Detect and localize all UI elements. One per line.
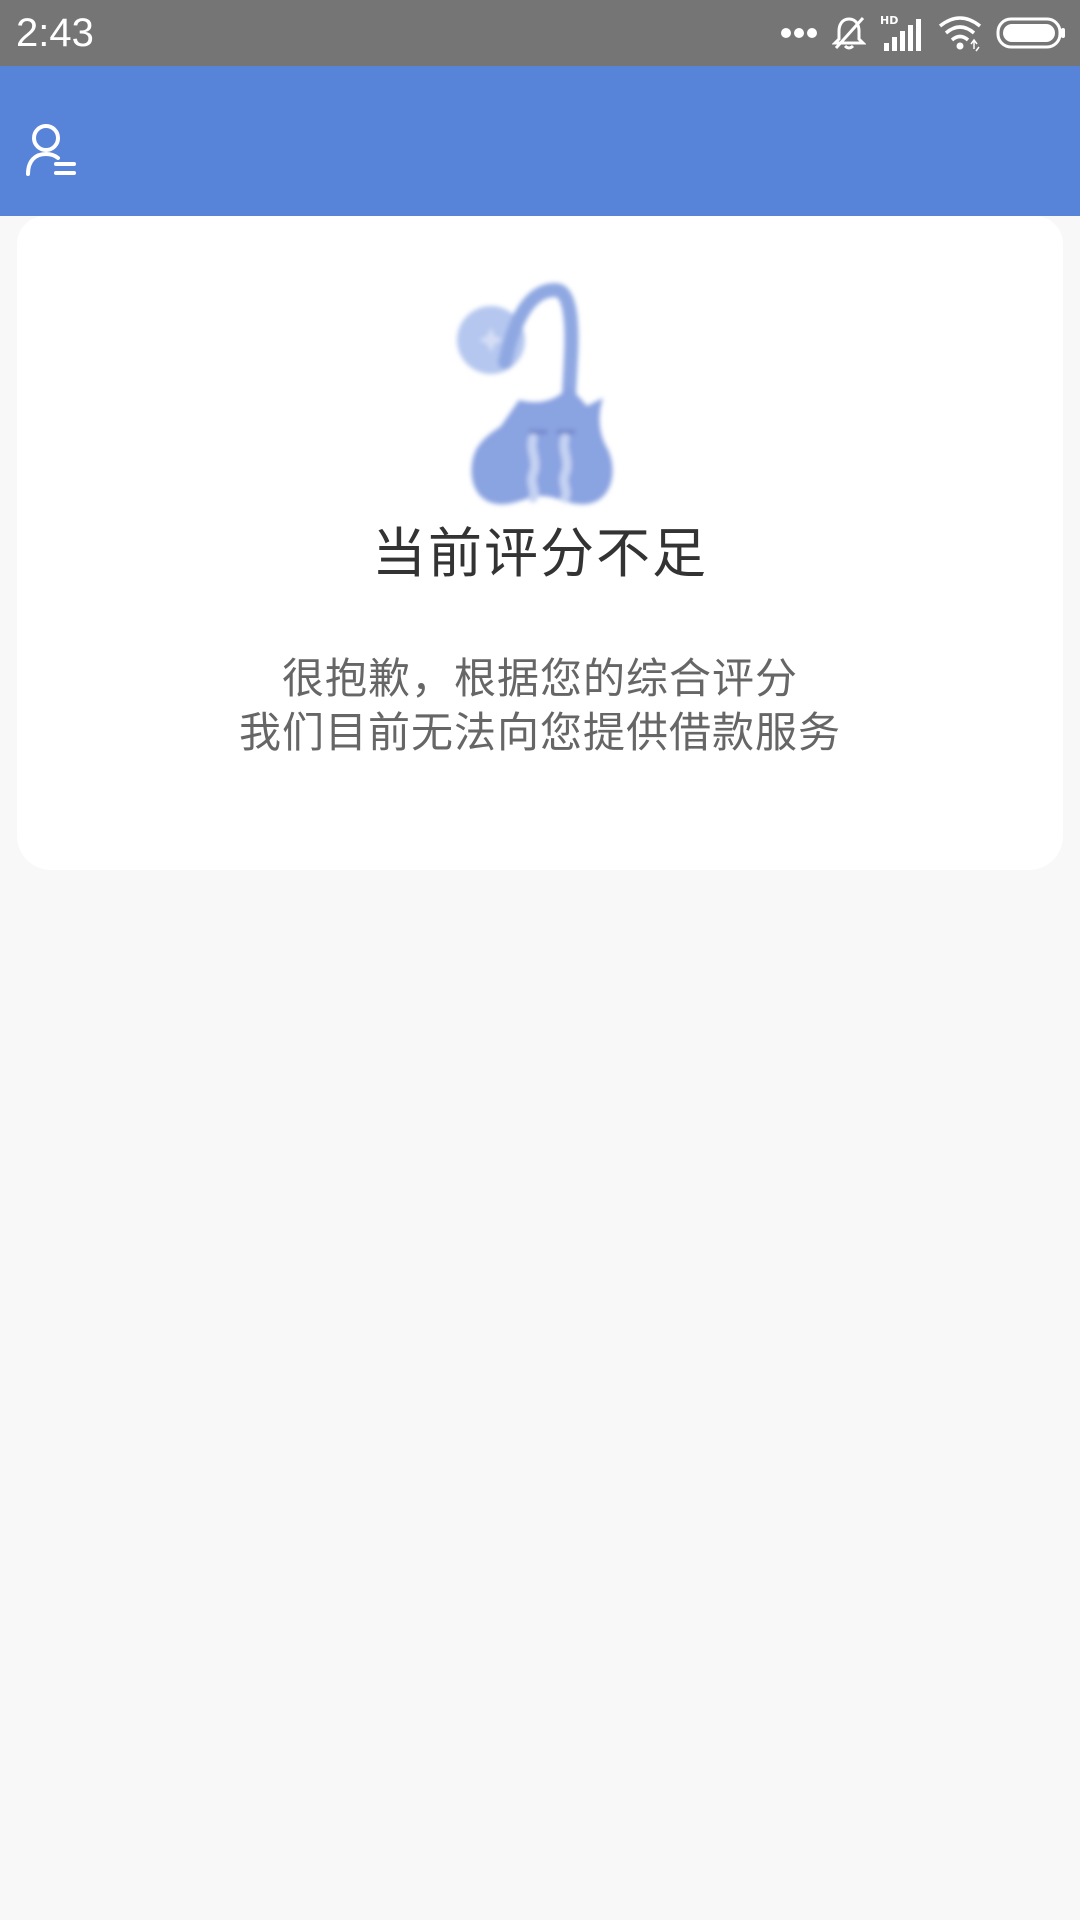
battery-icon — [996, 17, 1066, 49]
bell-off-icon — [832, 15, 866, 51]
app-bar — [0, 66, 1080, 216]
status-icons: HD — [780, 12, 1066, 54]
profile-menu-button[interactable] — [24, 122, 80, 178]
wifi-icon — [938, 14, 982, 52]
result-card: 当前评分不足 很抱歉，根据您的综合评分 我们目前无法向您提供借款服务 — [17, 216, 1063, 870]
svg-text:HD: HD — [880, 14, 898, 27]
result-message-line2: 我们目前无法向您提供借款服务 — [238, 708, 841, 757]
crying-money-bag-illustration — [437, 276, 647, 512]
status-bar: 2:43 HD — [0, 0, 1080, 66]
result-title: 当前评分不足 — [372, 522, 708, 585]
result-message: 很抱歉，根据您的综合评分 我们目前无法向您提供借款服务 — [17, 652, 1063, 760]
result-message-line1: 很抱歉，根据您的综合评分 — [281, 654, 798, 703]
status-time: 2:43 — [16, 11, 94, 55]
hd-signal-icon: HD — [880, 13, 924, 53]
profile-menu-icon — [24, 124, 80, 182]
more-dots-icon — [780, 26, 818, 40]
